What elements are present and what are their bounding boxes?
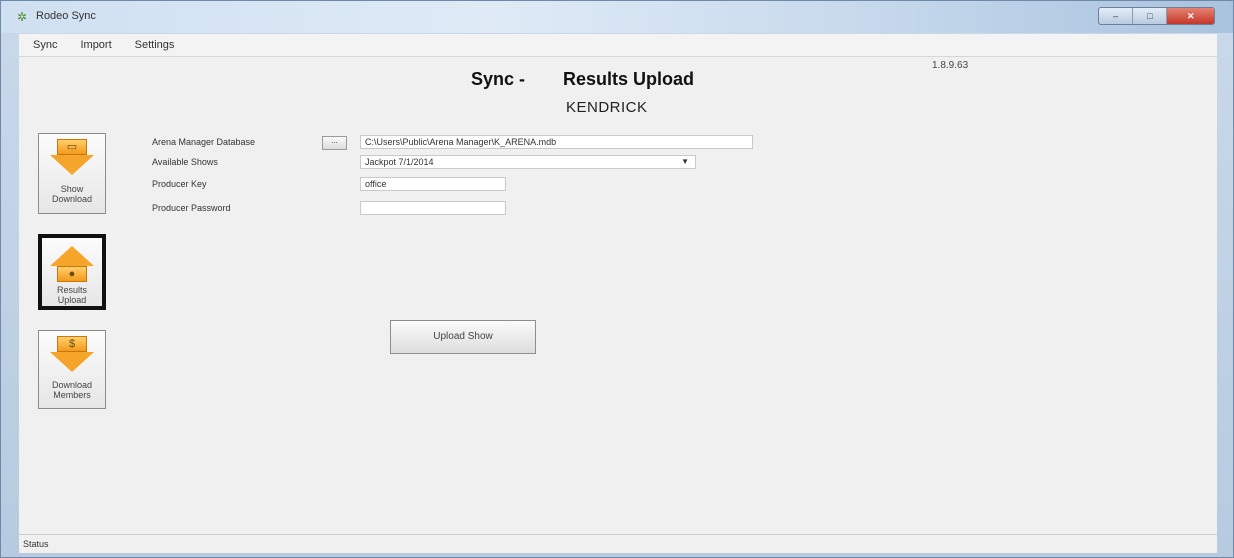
download-members-button[interactable]: $ Download Members: [38, 330, 106, 409]
menu-sync[interactable]: Sync: [19, 39, 66, 51]
browse-button[interactable]: ...: [322, 136, 347, 150]
show-download-label-1: Show: [60, 184, 84, 194]
page-title: Results Upload: [563, 69, 695, 89]
chevron-down-icon[interactable]: ▼: [681, 156, 689, 167]
show-download-label-2: Download: [51, 194, 93, 204]
producer-key-field[interactable]: office: [360, 177, 506, 191]
database-path-field[interactable]: C:\Users\Public\Arena Manager\K_ARENA.md…: [360, 135, 753, 149]
main-panel: 1.8.9.63 Sync - Results Upload KENDRICK …: [19, 57, 1217, 534]
shows-dropdown[interactable]: Jackpot 7/1/2014 ▼: [360, 155, 696, 169]
producer-password-label: Producer Password: [152, 203, 231, 213]
results-upload-label-1: Results: [56, 285, 87, 295]
results-upload-button[interactable]: ● Results Upload: [38, 234, 106, 310]
window-title: Rodeo Sync: [36, 10, 96, 22]
app-window: ✲ Rodeo Sync – □ ✕ Sync Import Settings …: [0, 0, 1234, 558]
status-bar: Status: [19, 534, 1217, 553]
minimize-icon[interactable]: –: [1099, 8, 1134, 24]
download-members-label-2: Members: [53, 390, 91, 400]
menu-bar: Sync Import Settings: [19, 34, 1217, 57]
download-arrow-icon: ▭: [57, 139, 87, 155]
maximize-icon[interactable]: □: [1133, 8, 1168, 24]
window-controls: – □ ✕: [1098, 7, 1215, 25]
selected-show: Jackpot 7/1/2014: [365, 157, 434, 167]
menu-settings[interactable]: Settings: [121, 39, 184, 51]
download-members-label-1: Download: [51, 380, 93, 390]
show-download-button[interactable]: ▭ Show Download: [38, 133, 106, 214]
producer-password-field[interactable]: [360, 201, 506, 215]
upload-show-button[interactable]: Upload Show: [390, 320, 536, 354]
results-upload-label-2: Upload: [57, 295, 87, 305]
shows-label: Available Shows: [152, 157, 218, 167]
version-label: 1.8.9.63: [932, 60, 969, 71]
producer-key-label: Producer Key: [152, 179, 207, 189]
dollar-download-icon: $: [57, 336, 87, 352]
close-icon[interactable]: ✕: [1167, 8, 1214, 24]
title-bar[interactable]: ✲ Rodeo Sync – □ ✕: [1, 1, 1233, 33]
page-title-prefix: Sync -: [471, 69, 526, 89]
rodeo-sync-icon: ✲: [17, 10, 28, 24]
upload-arrow-icon: ●: [57, 266, 87, 282]
status-label: Status: [23, 539, 49, 549]
menu-import[interactable]: Import: [66, 39, 120, 51]
page-subtitle: KENDRICK: [566, 99, 648, 116]
database-label: Arena Manager Database: [152, 137, 256, 147]
